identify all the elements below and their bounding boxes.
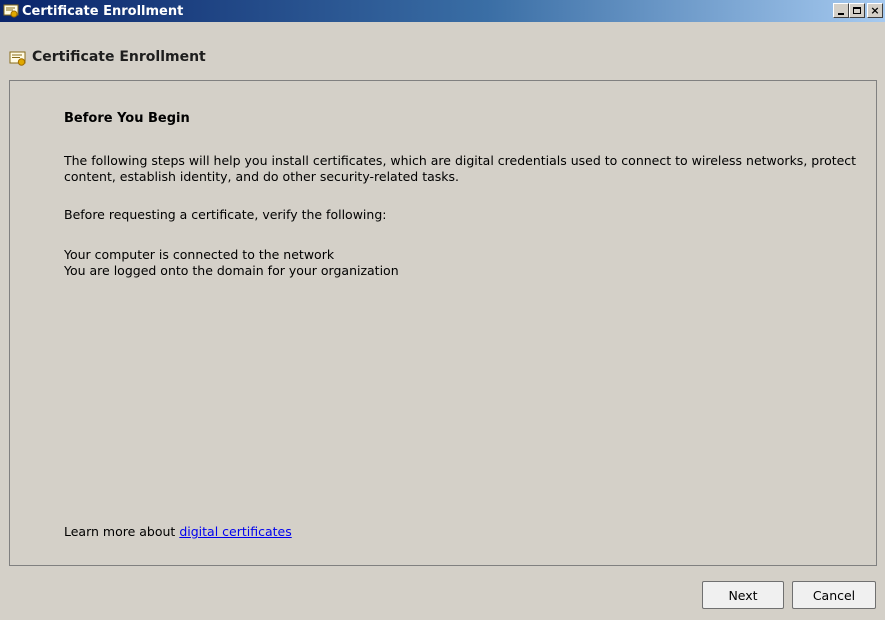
verify-prompt: Before requesting a certificate, verify … <box>64 207 387 222</box>
minimize-button[interactable] <box>833 3 849 18</box>
certificate-icon <box>3 3 19 19</box>
cancel-button[interactable]: Cancel <box>792 581 876 609</box>
learn-more: Learn more about digital certificates <box>64 524 292 539</box>
title-bar[interactable]: Certificate Enrollment × <box>0 0 885 22</box>
maximize-button[interactable] <box>849 3 865 18</box>
check-item-domain: You are logged onto the domain for your … <box>64 263 399 278</box>
close-icon: × <box>870 4 880 17</box>
intro-text: The following steps will help you instal… <box>64 153 857 184</box>
learn-more-prefix: Learn more about <box>64 524 180 539</box>
section-title: Before You Begin <box>64 111 190 126</box>
next-button[interactable]: Next <box>702 581 784 609</box>
close-button[interactable]: × <box>867 3 883 18</box>
maximize-icon <box>853 7 861 14</box>
wizard-title: Certificate Enrollment <box>32 49 206 65</box>
wizard-content-pane: Before You Begin The following steps wil… <box>9 80 877 566</box>
minimize-icon <box>838 13 844 15</box>
certificate-enrollment-window: Certificate Enrollment × Certificate Enr… <box>0 0 885 620</box>
check-item-network: Your computer is connected to the networ… <box>64 247 335 262</box>
window-controls: × <box>833 3 883 18</box>
window-title: Certificate Enrollment <box>22 3 184 19</box>
digital-certificates-link[interactable]: digital certificates <box>179 524 291 539</box>
wizard-header: Certificate Enrollment <box>0 22 885 80</box>
certificate-icon <box>9 49 27 67</box>
